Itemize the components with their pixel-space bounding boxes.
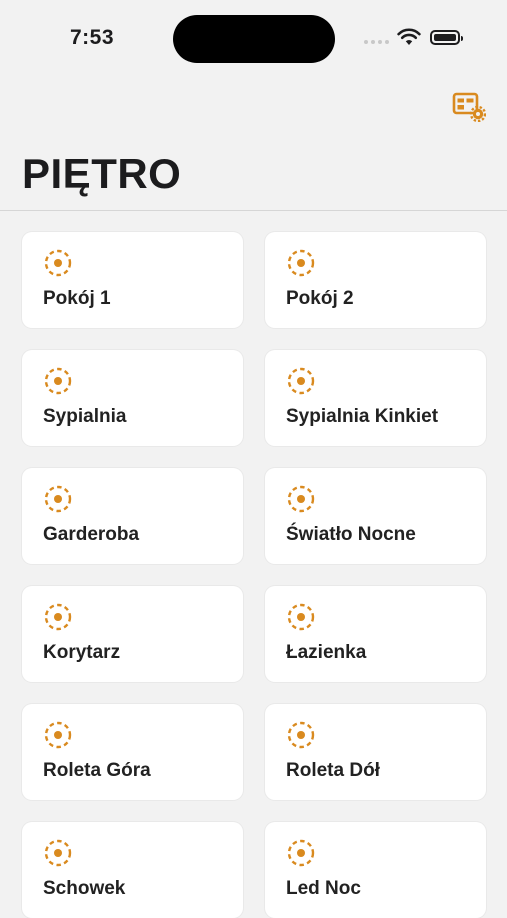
device-tile[interactable]: Schowek <box>22 822 243 918</box>
device-tile-label: Roleta Góra <box>43 760 151 781</box>
device-tile[interactable]: Sypialnia Kinkiet <box>265 350 486 446</box>
signal-icon <box>364 40 390 45</box>
device-tile-label: Roleta Dół <box>286 760 380 781</box>
light-icon <box>287 839 315 867</box>
device-tile[interactable]: Łazienka <box>265 586 486 682</box>
dynamic-island <box>173 15 335 63</box>
light-icon <box>44 721 72 749</box>
device-tile[interactable]: Led Noc <box>265 822 486 918</box>
device-tile-label: Pokój 2 <box>286 288 354 309</box>
device-tile[interactable]: Sypialnia <box>22 350 243 446</box>
header-divider <box>0 210 507 211</box>
wifi-icon <box>397 28 421 45</box>
device-tile[interactable]: Roleta Dół <box>265 704 486 800</box>
light-icon <box>287 721 315 749</box>
light-icon <box>287 485 315 513</box>
light-icon <box>44 839 72 867</box>
light-icon <box>287 367 315 395</box>
light-icon <box>44 367 72 395</box>
device-tile[interactable]: Korytarz <box>22 586 243 682</box>
device-tile-label: Światło Nocne <box>286 524 416 545</box>
dashboard-settings-icon[interactable] <box>452 92 486 122</box>
light-icon <box>44 485 72 513</box>
device-tile[interactable]: Pokój 2 <box>265 232 486 328</box>
light-icon <box>44 603 72 631</box>
light-icon <box>287 603 315 631</box>
page-title: PIĘTRO <box>22 150 182 197</box>
device-tile-label: Łazienka <box>286 642 367 663</box>
device-tile-label: Pokój 1 <box>43 288 111 309</box>
device-tile[interactable]: Światło Nocne <box>265 468 486 564</box>
device-tile-label: Schowek <box>43 878 126 899</box>
battery-icon <box>430 30 463 45</box>
device-tile[interactable]: Garderoba <box>22 468 243 564</box>
light-icon <box>287 249 315 277</box>
device-tile[interactable]: Roleta Góra <box>22 704 243 800</box>
status-bar: 7:53 <box>0 0 507 80</box>
device-grid: Pokój 1 Pokój 2 Sypialnia Sypialnia Kink… <box>22 232 486 918</box>
light-icon <box>44 249 72 277</box>
device-tile-label: Garderoba <box>43 524 140 545</box>
device-tile-label: Korytarz <box>43 642 121 663</box>
device-tile-label: Sypialnia <box>43 406 127 427</box>
device-tile-label: Led Noc <box>286 878 361 899</box>
device-tile-label: Sypialnia Kinkiet <box>286 406 439 427</box>
device-tile[interactable]: Pokój 1 <box>22 232 243 328</box>
status-time: 7:53 <box>70 26 115 49</box>
